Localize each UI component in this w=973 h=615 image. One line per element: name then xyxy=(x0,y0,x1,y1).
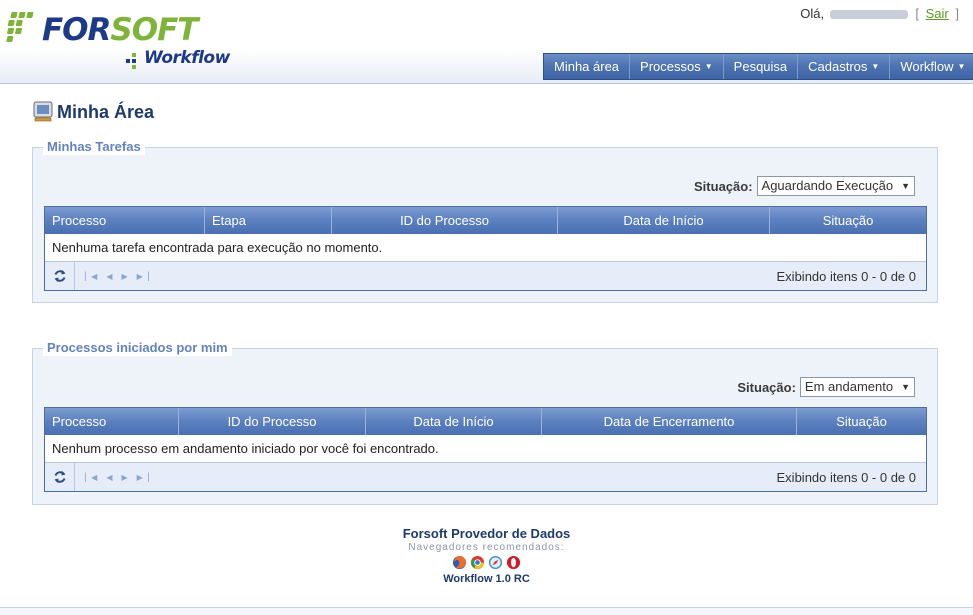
pager-nav: ▏◀ ◀ ▶ ▶▕ xyxy=(85,272,158,281)
bottom-divider xyxy=(0,607,973,615)
processes-grid-header: Processo ID do Processo Data de Início D… xyxy=(45,408,926,435)
forsoft-logo[interactable]: FORSOFT Workflow xyxy=(6,10,236,72)
logo-sub-dots-icon xyxy=(126,53,136,69)
menu-item-label: Minha área xyxy=(554,59,620,74)
menu-item-label: Pesquisa xyxy=(733,59,788,74)
caret-down-icon: ▼ xyxy=(704,62,713,71)
menu-item-minha-area[interactable]: Minha área xyxy=(544,54,631,79)
caret-down-icon: ▼ xyxy=(871,62,880,71)
processes-grid: Processo ID do Processo Data de Início D… xyxy=(44,407,927,492)
menu-item-pesquisa[interactable]: Pesquisa xyxy=(724,54,799,79)
greeting: Olá, xyxy=(800,6,825,21)
column-header[interactable]: Processo xyxy=(45,408,179,435)
situacao-label: Situação: xyxy=(737,379,796,395)
empty-row: Nenhum processo em andamento iniciado po… xyxy=(45,435,926,463)
caret-down-icon: ▼ xyxy=(957,62,966,71)
browser-icons xyxy=(0,555,973,570)
prev-page-icon[interactable]: ◀ xyxy=(106,473,112,482)
menu-item-workflow[interactable]: Workflow ▼ xyxy=(890,54,973,79)
column-header[interactable]: Data de Início xyxy=(558,207,770,234)
pager-nav: ▏◀ ◀ ▶ ▶▕ xyxy=(85,473,158,482)
tasks-legend: Minhas Tarefas xyxy=(43,139,145,155)
chrome-icon[interactable] xyxy=(470,555,485,570)
column-header[interactable]: Data de Encerramento xyxy=(542,408,797,435)
column-header[interactable]: Etapa xyxy=(205,207,332,234)
main-menu: Minha área Processos ▼ Pesquisa Cadastros… xyxy=(543,53,973,80)
processes-situacao-select[interactable]: Em andamento ▼ xyxy=(799,377,915,397)
tasks-situacao-filter: Situação: Aguardando Execução ▼ xyxy=(694,176,915,196)
pager-count: Exibindo itens 0 - 0 de 0 xyxy=(776,469,916,485)
page-title: Minha Área xyxy=(33,100,154,124)
first-page-icon[interactable]: ▏◀ xyxy=(85,473,97,482)
menu-item-label: Processos xyxy=(640,59,701,74)
prev-page-icon[interactable]: ◀ xyxy=(106,272,112,281)
footer-browsers-label: Navegadores recomendados: xyxy=(408,542,565,553)
logo-text-for: FOR xyxy=(42,12,111,48)
logo-dots-icon xyxy=(6,12,34,42)
chevron-down-icon: ▼ xyxy=(901,382,910,392)
processes-pager: ▏◀ ◀ ▶ ▶▕ Exibindo itens 0 - 0 de 0 xyxy=(45,463,926,491)
column-header[interactable]: Processo xyxy=(45,207,205,234)
logout-link[interactable]: Sair xyxy=(926,6,949,21)
monitor-icon xyxy=(33,101,53,122)
chevron-down-icon: ▼ xyxy=(901,181,910,191)
menu-item-label: Cadastros xyxy=(808,59,868,74)
menu-item-label: Workflow xyxy=(900,59,954,74)
column-header[interactable]: Data de Início xyxy=(366,408,542,435)
tasks-grid-header: Processo Etapa ID do Processo Data de In… xyxy=(45,207,926,234)
refresh-icon xyxy=(54,270,65,282)
tasks-grid: Processo Etapa ID do Processo Data de In… xyxy=(44,206,927,291)
page-title-text: Minha Área xyxy=(57,101,155,122)
firefox-icon[interactable] xyxy=(452,555,467,570)
pager-count: Exibindo itens 0 - 0 de 0 xyxy=(776,268,916,284)
next-page-icon[interactable]: ▶ xyxy=(121,473,127,482)
logo-text: FORSOFT xyxy=(42,12,198,48)
column-header[interactable]: Situação xyxy=(797,408,926,435)
footer: Forsoft Provedor de Dados Navegadores re… xyxy=(0,526,973,585)
refresh-button[interactable] xyxy=(45,463,75,491)
bracket-close: ] xyxy=(955,6,959,21)
processes-legend: Processos iniciados por mim xyxy=(43,340,232,356)
logo-subtitle: Workflow xyxy=(144,48,230,68)
menu-item-processos[interactable]: Processos ▼ xyxy=(630,54,724,79)
column-header[interactable]: ID do Processo xyxy=(179,408,366,435)
userbar: Olá, [ Sair ] xyxy=(800,6,959,21)
tasks-pager: ▏◀ ◀ ▶ ▶▕ Exibindo itens 0 - 0 de 0 xyxy=(45,262,926,290)
column-header[interactable]: Situação xyxy=(770,207,926,234)
refresh-button[interactable] xyxy=(45,262,75,290)
bracket-open: [ xyxy=(915,6,919,21)
footer-version: Workflow 1.0 RC xyxy=(443,573,530,585)
username-redacted xyxy=(829,10,908,20)
tasks-panel: Minhas Tarefas Situação: Aguardando Exec… xyxy=(32,139,938,303)
empty-row: Nenhuma tarefa encontrada para execução … xyxy=(45,234,926,262)
situacao-label: Situação: xyxy=(694,178,753,194)
menu-item-cadastros[interactable]: Cadastros ▼ xyxy=(798,54,891,79)
logo-text-soft: SOFT xyxy=(110,12,198,48)
last-page-icon[interactable]: ▶▕ xyxy=(137,473,149,482)
next-page-icon[interactable]: ▶ xyxy=(121,272,127,281)
refresh-icon xyxy=(54,471,65,483)
select-value: Em andamento xyxy=(804,379,894,394)
footer-company: Forsoft Provedor de Dados xyxy=(402,526,571,541)
processes-situacao-filter: Situação: Em andamento ▼ xyxy=(737,377,915,397)
header: FORSOFT Workflow Olá, [ Sair ] Minha áre… xyxy=(0,0,973,84)
opera-icon[interactable] xyxy=(506,555,521,570)
first-page-icon[interactable]: ▏◀ xyxy=(85,272,97,281)
column-header[interactable]: ID do Processo xyxy=(332,207,558,234)
tasks-situacao-select[interactable]: Aguardando Execução ▼ xyxy=(756,176,915,196)
last-page-icon[interactable]: ▶▕ xyxy=(137,272,149,281)
safari-icon[interactable] xyxy=(488,555,503,570)
select-value: Aguardando Execução xyxy=(761,178,894,193)
processes-panel: Processos iniciados por mim Situação: Em… xyxy=(32,340,938,505)
